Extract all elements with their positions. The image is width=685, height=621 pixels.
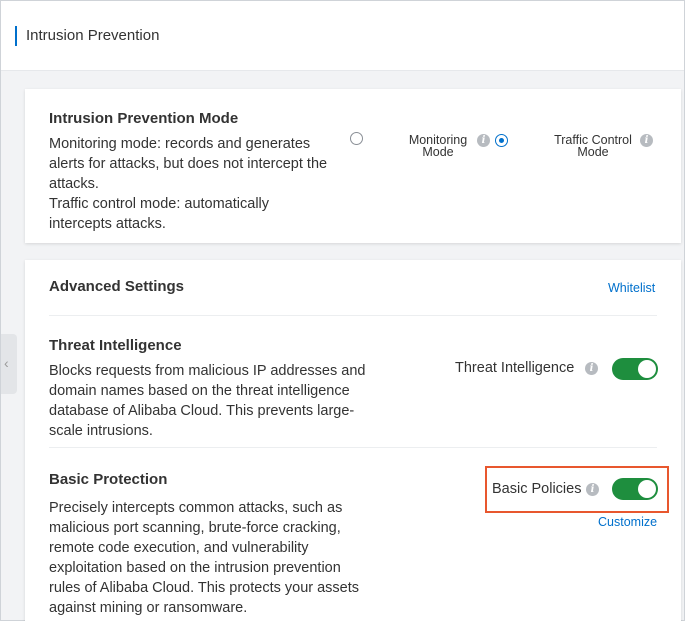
threat-intelligence-description: Blocks requests from malicious IP addres… [49, 361, 389, 441]
mode-description: Monitoring mode: records and generates a… [49, 134, 359, 234]
basic-desc-line: exploitation based on the intrusion prev… [49, 560, 341, 576]
highlight-box [485, 466, 669, 513]
traffic-control-mode-label[interactable]: Traffic Control Mode [549, 134, 637, 159]
mode-desc-line: attacks. [49, 176, 99, 192]
monitoring-mode-label[interactable]: Monitoring Mode [403, 134, 473, 159]
threat-desc-line: domain names based on the threat intelli… [49, 383, 350, 399]
traffic-label-line: Mode [577, 145, 609, 159]
threat-desc-line: scale intrusions. [49, 423, 153, 439]
basic-desc-line: remote code execution, and vulnerability [49, 540, 309, 556]
threat-intelligence-title: Threat Intelligence [49, 337, 182, 354]
page-title: Intrusion Prevention [26, 27, 160, 44]
customize-link[interactable]: Customize [598, 514, 657, 530]
basic-desc-line: malicious port scanning, brute-force cra… [49, 520, 341, 536]
monitoring-label-line: Mode [422, 145, 454, 159]
collapse-sidebar-tab[interactable]: ‹ [1, 334, 17, 394]
advanced-settings-card: Advanced Settings Whitelist Threat Intel… [25, 260, 681, 621]
traffic-control-mode-radio[interactable] [495, 134, 508, 147]
threat-desc-line: database of Alibaba Cloud. This prevents… [49, 403, 355, 419]
threat-intelligence-toggle[interactable] [612, 358, 658, 380]
basic-protection-description: Precisely intercepts common attacks, suc… [49, 498, 389, 618]
chevron-left-icon: ‹ [4, 355, 9, 371]
divider [49, 315, 657, 316]
whitelist-link[interactable]: Whitelist [608, 280, 655, 296]
advanced-settings-title: Advanced Settings [49, 278, 185, 295]
page-header: Intrusion Prevention [1, 1, 684, 71]
toggle-knob [638, 360, 656, 378]
mode-title: Intrusion Prevention Mode [49, 110, 239, 127]
mode-desc-line: alerts for attacks, but does not interce… [49, 156, 328, 172]
mode-desc-line: Monitoring mode: records and generates [49, 136, 311, 152]
threat-desc-line: Blocks requests from malicious IP addres… [49, 363, 366, 379]
basic-protection-title: Basic Protection [49, 471, 168, 488]
basic-desc-line: against mining or ransomware. [49, 600, 248, 616]
title-accent-bar [15, 26, 17, 46]
mode-card: Intrusion Prevention Mode Monitoring mod… [25, 89, 681, 243]
info-icon[interactable]: i [640, 134, 653, 147]
divider [49, 447, 657, 448]
basic-desc-line: Precisely intercepts common attacks, suc… [49, 500, 343, 516]
info-icon[interactable]: i [477, 134, 490, 147]
monitoring-mode-radio[interactable] [350, 132, 363, 145]
mode-desc-line: Traffic control mode: automatically [49, 196, 270, 212]
threat-intelligence-switch-label: Threat Intelligence [455, 360, 575, 376]
info-icon[interactable]: i [585, 362, 598, 375]
mode-desc-line: intercepts attacks. [49, 216, 166, 232]
basic-desc-line: rules of Alibaba Cloud. This protects yo… [49, 580, 360, 596]
